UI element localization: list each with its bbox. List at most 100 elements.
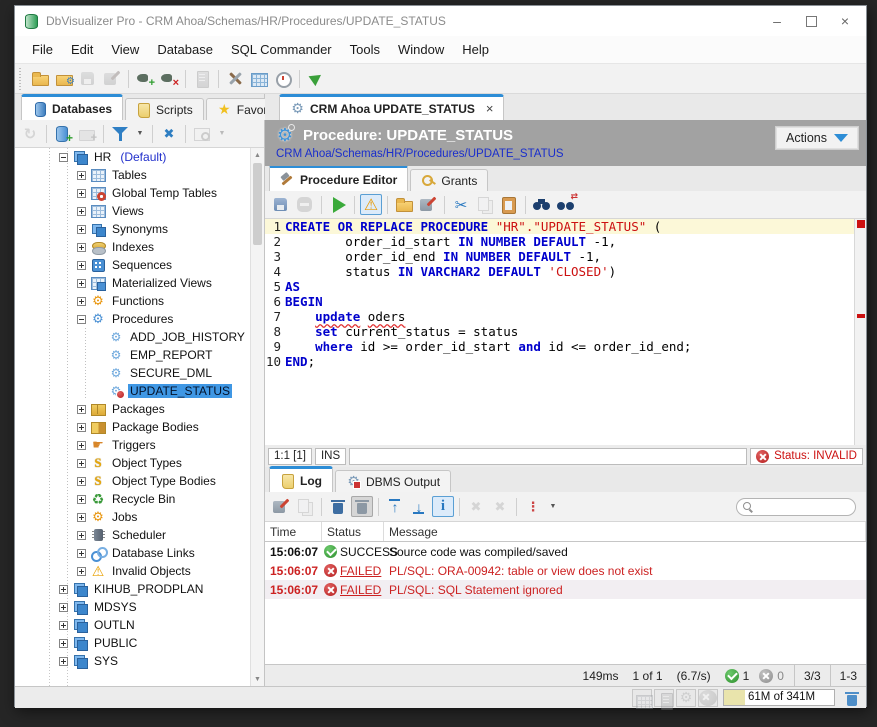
expand-icon[interactable]	[77, 171, 86, 180]
clear-icon[interactable]	[327, 496, 349, 517]
actions-button[interactable]: Actions	[776, 127, 858, 149]
tree-item-label[interactable]: PUBLIC	[92, 636, 139, 650]
tab-scripts[interactable]: Scripts	[125, 98, 204, 120]
toolbar-grip[interactable]	[19, 68, 24, 90]
scroll-down-icon[interactable]: ▼	[251, 672, 264, 686]
log-row[interactable]: 15:06:07FAILEDPL/SQL: SQL Statement igno…	[265, 580, 866, 599]
expand-icon[interactable]	[77, 441, 86, 450]
open-folder-icon[interactable]	[29, 68, 51, 89]
tree-item-label[interactable]: Triggers	[110, 438, 158, 452]
tree-item-hr[interactable]: HR(Default)	[15, 148, 251, 166]
menu-edit[interactable]: Edit	[62, 39, 102, 60]
tree-item-label[interactable]: ADD_JOB_HISTORY	[128, 330, 247, 344]
expand-icon[interactable]	[59, 621, 68, 630]
tree-item-views[interactable]: Views	[15, 202, 251, 220]
code-line[interactable]: 8 set current_status = status	[265, 324, 854, 339]
tool-properties-icon[interactable]	[224, 68, 246, 89]
error-mark-icon[interactable]	[857, 314, 865, 318]
find-icon[interactable]	[531, 194, 553, 215]
edit-mode[interactable]: INS	[315, 448, 346, 465]
scroll-to-top-icon[interactable]: ↑	[384, 496, 406, 517]
column-header-message[interactable]: Message	[384, 522, 866, 541]
tree-item-global-temp-tables[interactable]: Global Temp Tables	[15, 184, 251, 202]
tree-item-sequences[interactable]: Sequences	[15, 256, 251, 274]
expand-icon[interactable]	[77, 405, 86, 414]
log-search-input[interactable]	[757, 501, 849, 513]
code-line[interactable]: 9 where id >= order_id_start and id <= o…	[265, 339, 854, 354]
save-as-icon[interactable]	[417, 194, 439, 215]
tree-item-label[interactable]: UPDATE_STATUS	[128, 384, 232, 398]
tree-item-label[interactable]: Procedures	[110, 312, 175, 326]
tree-item-procedures[interactable]: ⚙Procedures	[15, 310, 251, 328]
code-line[interactable]: 7 update oders	[265, 309, 854, 324]
collapse-icon[interactable]	[59, 153, 68, 162]
paste-icon[interactable]	[498, 194, 520, 215]
code-line[interactable]: 2 order_id_start IN NUMBER DEFAULT -1,	[265, 234, 854, 249]
code-line[interactable]: 6BEGIN	[265, 294, 854, 309]
close-button[interactable]: ×	[828, 9, 862, 33]
column-header-status[interactable]: Status	[322, 522, 384, 541]
expand-icon[interactable]	[59, 603, 68, 612]
tree-item-functions[interactable]: ⚙Functions	[15, 292, 251, 310]
tree-item-label[interactable]: Synonyms	[110, 222, 170, 236]
scroll-to-bottom-icon[interactable]: ↓	[408, 496, 430, 517]
tree-item-jobs[interactable]: ⚙Jobs	[15, 508, 251, 526]
log-search-box[interactable]	[736, 498, 856, 516]
expand-icon[interactable]	[77, 279, 86, 288]
tree-item-label[interactable]: Functions	[110, 294, 166, 308]
tree-item-add-job-history[interactable]: ⚙ADD_JOB_HISTORY	[15, 328, 251, 346]
scroll-up-icon[interactable]: ▲	[251, 148, 264, 162]
tree-item-kihub-prodplan[interactable]: KIHUB_PRODPLAN	[15, 580, 251, 598]
expand-icon[interactable]	[77, 423, 86, 432]
expand-icon[interactable]	[77, 225, 86, 234]
tree-item-sys[interactable]: SYS	[15, 652, 251, 670]
tree-item-materialized-views[interactable]: Materialized Views	[15, 274, 251, 292]
tree-item-secure-dml[interactable]: ⚙SECURE_DML	[15, 364, 251, 382]
collapse-icon[interactable]	[77, 315, 86, 324]
menu-window[interactable]: Window	[389, 39, 453, 60]
expand-icon[interactable]	[77, 459, 86, 468]
expand-icon[interactable]	[77, 549, 86, 558]
save-procedure-icon[interactable]	[270, 194, 292, 215]
tree-item-label[interactable]: Sequences	[110, 258, 174, 272]
error-mark-icon[interactable]	[857, 220, 865, 228]
tree-item-package-bodies[interactable]: Package Bodies	[15, 418, 251, 436]
tab-grants[interactable]: Grants	[410, 169, 488, 191]
tree-item-recycle-bin[interactable]: ♻Recycle Bin	[15, 490, 251, 508]
maximize-button[interactable]	[794, 9, 828, 33]
memory-indicator[interactable]: 61M of 341M	[723, 689, 835, 706]
tree-item-synonyms[interactable]: Synonyms	[15, 220, 251, 238]
code-editor[interactable]: 1CREATE OR REPLACE PROCEDURE "HR"."UPDAT…	[265, 219, 866, 445]
menu-sql-commander[interactable]: SQL Commander	[222, 39, 341, 60]
tree-item-label[interactable]: Invalid Objects	[110, 564, 193, 578]
tree-item-label[interactable]: Package Bodies	[110, 420, 201, 434]
execute-icon[interactable]	[327, 194, 349, 215]
close-tab-icon[interactable]: ×	[486, 101, 494, 116]
tree-item-object-types[interactable]: SObject Types	[15, 454, 251, 472]
tab-log[interactable]: Log	[269, 466, 333, 492]
tree-item-label[interactable]: Object Type Bodies	[110, 474, 218, 488]
tree-item-label[interactable]: Object Types	[110, 456, 184, 470]
tree-item-triggers[interactable]: ☛Triggers	[15, 436, 251, 454]
column-header-time[interactable]: Time	[265, 522, 322, 541]
tree-item-emp-report[interactable]: ⚙EMP_REPORT	[15, 346, 251, 364]
menu-file[interactable]: File	[23, 39, 62, 60]
collapse-all-icon[interactable]: ✖	[158, 123, 180, 144]
tree-item-label[interactable]: Scheduler	[110, 528, 168, 542]
tree-item-label[interactable]: Recycle Bin	[110, 492, 177, 506]
tree-item-label[interactable]: SECURE_DML	[128, 366, 214, 380]
tree-item-label[interactable]: Tables	[110, 168, 149, 182]
disconnect-icon[interactable]	[158, 68, 180, 89]
log-row[interactable]: 15:06:07FAILEDPL/SQL: ORA-00942: table o…	[265, 561, 866, 580]
tree-item-indexes[interactable]: Indexes	[15, 238, 251, 256]
tree-item-label[interactable]: Database Links	[110, 546, 197, 560]
menu-help[interactable]: Help	[453, 39, 498, 60]
scheduler-clock-icon[interactable]	[272, 68, 294, 89]
find-replace-icon[interactable]	[555, 194, 577, 215]
tree-item-database-links[interactable]: Database Links	[15, 544, 251, 562]
tree-item-label[interactable]: EMP_REPORT	[128, 348, 214, 362]
expand-icon[interactable]	[77, 243, 86, 252]
create-connection-icon[interactable]	[52, 123, 74, 144]
tree-item-label[interactable]: SYS	[92, 654, 120, 668]
tree-item-packages[interactable]: Packages	[15, 400, 251, 418]
